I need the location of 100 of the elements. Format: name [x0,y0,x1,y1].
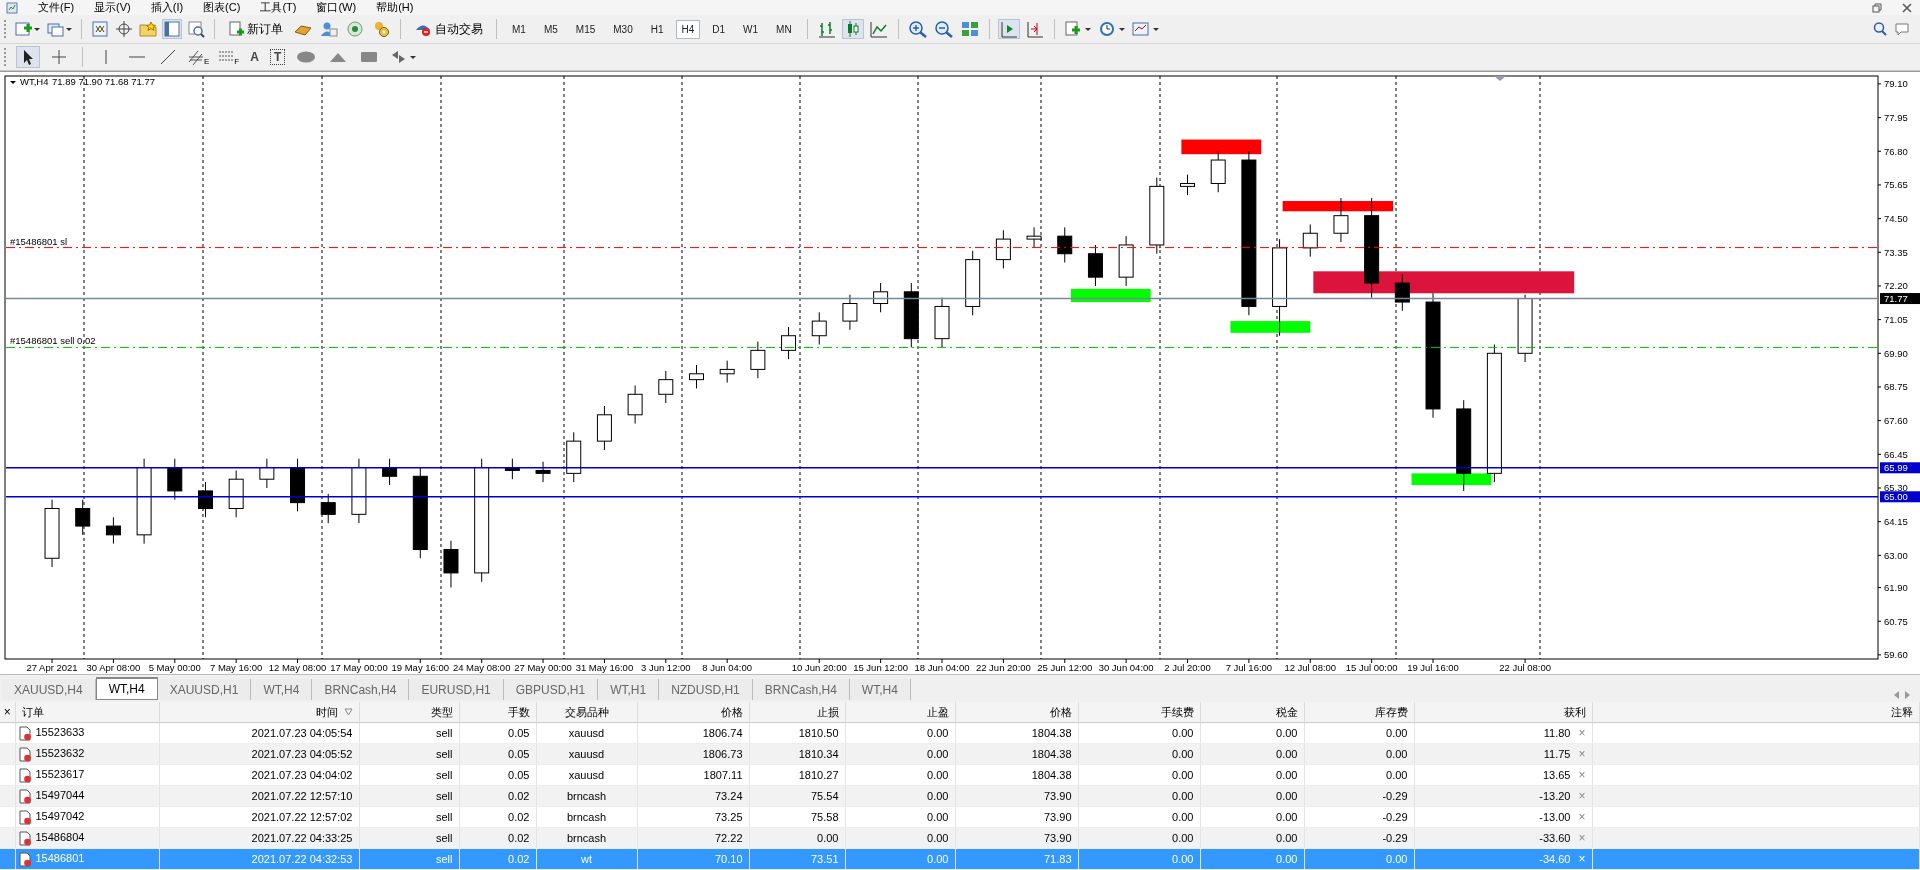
candlestick [934,297,950,348]
chart-tab[interactable]: WT,H4 [849,679,911,700]
new-order-button[interactable]: 新订单 [224,18,287,40]
tile-windows-icon[interactable] [959,20,980,38]
column-header[interactable]: 时间 [315,705,338,718]
chart-tab[interactable]: BRNCash,H4 [312,679,410,700]
chart-tab[interactable]: XAUUSD,H4 [2,679,96,700]
column-header[interactable]: 止盈 [926,705,949,718]
people-icon[interactable] [319,20,339,38]
scroll-right-icon[interactable] [1902,690,1912,700]
candlestick-icon[interactable] [842,20,863,38]
chart-tab[interactable]: GBPUSD,H1 [503,679,599,700]
chart-tab[interactable]: WT,H4 [251,679,313,700]
timeframe-button[interactable]: W1 [737,19,765,39]
time-tick-label: 30 Jun 04:00 [1098,662,1154,673]
column-header[interactable]: 订单 [21,705,44,718]
price-line[interactable] [5,495,1879,498]
order-line[interactable] [5,247,1879,249]
zone-rectangle[interactable] [1411,473,1492,486]
timeframe-button[interactable]: H4 [675,19,701,39]
order-row[interactable]: 15523632 2021.07.23 04:05:52 sell 0.05 xauusd 1806.73 1810.34 0.00 1804.38 0.00 0.00 0.00 11.75 × [0,743,1920,765]
new-chart-icon[interactable] [14,20,40,38]
menu-item[interactable]: 文件(F) [38,1,75,14]
signal-icon[interactable] [345,20,365,38]
sell-order-icon [17,809,32,825]
order-row[interactable]: 15497044 2021.07.22 12:57:10 sell 0.02 brncash 73.24 75.54 0.00 73.90 0.00 0.00 -0.29 -13.20 × [0,785,1920,807]
column-header[interactable]: 价格 [1049,705,1072,718]
column-header[interactable]: 类型 [430,705,453,718]
menu-item[interactable]: 工具(T) [260,1,297,14]
chart-tab[interactable]: WT,H4 [95,677,158,700]
cursor-icon[interactable] [17,47,39,67]
zoom-out-icon[interactable] [933,20,954,38]
column-header[interactable]: 获利 [1563,705,1586,718]
restore-icon[interactable] [1872,2,1882,13]
menu-item[interactable]: 帮助(H) [376,1,414,14]
clock-magnifier-icon[interactable] [187,20,205,38]
chart-shift-icon[interactable] [1024,20,1045,38]
star-folder-icon[interactable] [139,20,157,38]
zone-rectangle[interactable] [1313,271,1575,294]
label-tool[interactable]: T [269,49,286,65]
ref-line-label: 65.00 [1884,491,1908,503]
timeframe-button[interactable]: H1 [644,19,670,39]
timeframe-button[interactable]: MN [770,19,798,39]
channel-tool[interactable]: E [188,48,210,66]
order-line[interactable] [5,346,1879,348]
line-chart-icon[interactable] [868,20,889,38]
indicators-icon[interactable] [1063,20,1092,38]
chart-tab[interactable]: BRNCash,H4 [752,679,850,700]
menu-item[interactable]: 显示(V) [94,1,131,14]
timeframe-button[interactable]: D1 [706,19,732,39]
table-cell: 1804.38 [1031,769,1072,781]
menu-item[interactable]: 图表(C) [203,1,241,14]
table-cell: 1806.73 [702,748,743,760]
close-order-button[interactable]: × [1578,768,1586,782]
timeframe-button[interactable]: M15 [569,19,602,39]
column-header[interactable]: 价格 [720,705,743,718]
table-cell: xauusd [568,748,605,760]
text-tool[interactable]: A [248,50,261,64]
zone-rectangle[interactable] [1282,201,1394,212]
timeframe-button[interactable]: M1 [506,19,532,39]
close-order-button[interactable]: × [1578,810,1586,824]
triangle-down-icon[interactable] [10,81,16,84]
autoscroll-icon[interactable] [998,20,1019,38]
price-line[interactable] [5,467,1879,469]
column-header[interactable]: 止损 [816,705,839,718]
timeframe-button[interactable]: M5 [537,19,564,39]
column-header[interactable]: 库存费 [1374,705,1408,718]
scroll-left-icon[interactable] [1892,690,1902,700]
column-header[interactable]: 手续费 [1160,705,1194,718]
column-header[interactable]: 税金 [1275,705,1298,718]
clock-icon[interactable] [1097,20,1126,38]
menu-item[interactable]: 窗口(W) [316,1,357,14]
fibonacci-tool[interactable]: F [218,48,240,66]
column-header[interactable]: 注释 [1891,705,1913,718]
shift-marker-icon[interactable] [1494,76,1506,81]
timeframe-button[interactable]: M30 [607,19,639,39]
chart-tab[interactable]: EURUSD,H1 [409,679,504,700]
price-tick-label: 79.10 [1884,78,1908,90]
order-row[interactable]: 15523633 2021.07.23 04:05:54 sell 0.05 xauusd 1806.74 1810.50 0.00 1804.38 0.00 0.00 0.00 11.80 × [0,722,1920,744]
column-header[interactable]: 手数 [507,705,530,718]
search-icon[interactable] [1872,21,1888,37]
close-icon[interactable] [1902,2,1912,13]
market-watch-icon[interactable] [91,20,109,38]
close-order-button[interactable]: × [1578,726,1586,740]
chart-tab[interactable]: WT,H1 [598,679,660,700]
profiles-icon[interactable] [46,20,72,38]
auto-trading-button[interactable]: 自动交易 [410,18,487,40]
zoom-in-icon[interactable] [907,20,928,38]
order-row[interactable]: 15497042 2021.07.22 12:57:02 sell 0.02 brncash 73.25 75.58 0.00 73.90 0.00 0.00 -0.29 -13.00 × [0,806,1920,828]
bar-chart-icon[interactable] [816,20,837,38]
window-icon[interactable] [163,20,181,38]
chart-tab[interactable]: NZDUSD,H1 [659,679,753,700]
chart-tab[interactable]: XAUUSD,H1 [157,679,252,700]
order-row[interactable]: 15523617 2021.07.23 04:04:02 sell 0.05 xauusd 1807.11 1810.27 0.00 1804.38 0.00 0.00 0.00 13.65 × [0,764,1920,786]
chat-icon[interactable] [1894,21,1912,37]
order-row[interactable]: 15486804 2021.07.22 04:33:25 sell 0.02 brncash 72.22 0.00 0.00 73.90 0.00 0.00 -0.29 -33.60 × [0,827,1920,849]
menu-item[interactable]: 插入(I) [150,1,184,14]
template-icon[interactable] [1131,20,1160,38]
sort-icon[interactable] [343,707,353,716]
crosshair-icon[interactable] [115,20,133,38]
